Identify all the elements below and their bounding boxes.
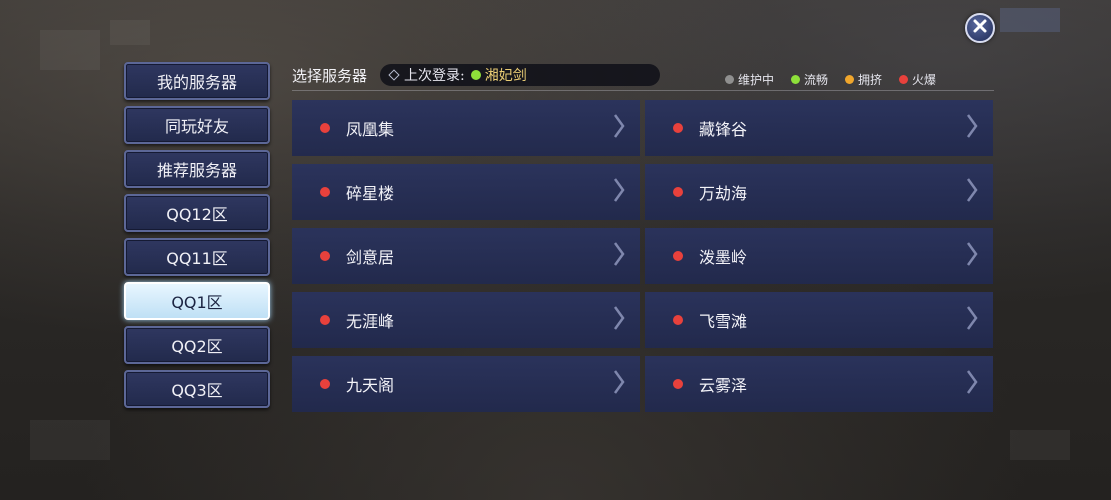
chevron-right-icon (613, 242, 625, 266)
status-dot-icon (673, 187, 683, 197)
server-name: 泼墨岭 (699, 248, 748, 267)
server-name: 万劫海 (699, 184, 748, 203)
chevron-right-icon (613, 370, 625, 394)
last-login-server-name: 湘妃剑 (484, 68, 527, 84)
sidebar-item-qq1[interactable]: QQ1区 (124, 282, 270, 320)
legend-label: 拥挤 (858, 73, 883, 87)
sidebar-item-label: QQ2区 (171, 337, 223, 356)
close-icon (972, 18, 988, 38)
close-button[interactable] (965, 13, 995, 43)
chevron-right-icon (966, 370, 978, 394)
chevron-right-icon (613, 114, 625, 138)
sidebar-item-qq2[interactable]: QQ2区 (124, 326, 270, 364)
server-card[interactable]: 碎星楼 (292, 164, 640, 220)
status-dot-icon (673, 123, 683, 133)
last-login-label: 上次登录: (404, 68, 465, 84)
status-dot-icon (320, 379, 330, 389)
legend-label: 维护中 (738, 73, 775, 87)
diamond-icon (388, 69, 400, 81)
server-name: 剑意居 (346, 248, 395, 267)
page-title: 选择服务器 (292, 67, 368, 85)
server-name: 碎星楼 (346, 184, 395, 203)
legend-maintenance: 维护中 (725, 71, 774, 88)
sidebar-item-friends[interactable]: 同玩好友 (124, 106, 270, 144)
last-login-bar[interactable]: 上次登录: 湘妃剑 (380, 64, 660, 86)
status-dot-icon (320, 251, 330, 261)
server-card[interactable]: 云雾泽 (645, 356, 993, 412)
server-name: 云雾泽 (699, 376, 748, 395)
status-dot-icon (673, 315, 683, 325)
chevron-right-icon (966, 242, 978, 266)
sidebar-item-label: QQ11区 (166, 249, 228, 268)
server-name: 无涯峰 (346, 312, 395, 331)
chevron-right-icon (966, 306, 978, 330)
status-dot-icon (725, 75, 734, 84)
status-legend: 维护中 流畅 拥挤 火爆 (725, 71, 936, 88)
server-name: 凤凰集 (346, 120, 395, 139)
server-name: 藏锋谷 (699, 120, 748, 139)
chevron-right-icon (613, 178, 625, 202)
sidebar-item-qq3[interactable]: QQ3区 (124, 370, 270, 408)
sidebar-item-my-servers[interactable]: 我的服务器 (124, 62, 270, 100)
server-card[interactable]: 凤凰集 (292, 100, 640, 156)
legend-label: 火爆 (912, 73, 937, 87)
legend-crowded: 拥挤 (845, 71, 882, 88)
sidebar-item-recommended[interactable]: 推荐服务器 (124, 150, 270, 188)
status-dot-icon (845, 75, 855, 84)
server-card[interactable]: 剑意居 (292, 228, 640, 284)
sidebar-item-label: QQ1区 (171, 293, 223, 312)
sidebar-item-label: 推荐服务器 (156, 161, 237, 180)
server-name: 飞雪滩 (699, 312, 748, 331)
server-name: 九天阁 (346, 376, 395, 395)
legend-smooth: 流畅 (791, 71, 828, 88)
server-card[interactable]: 万劫海 (645, 164, 993, 220)
server-card[interactable]: 无涯峰 (292, 292, 640, 348)
legend-hot: 火爆 (899, 71, 936, 88)
sidebar-item-label: QQ3区 (171, 381, 223, 400)
status-dot-icon (899, 75, 909, 84)
status-dot-icon (320, 123, 330, 133)
sidebar-item-label: QQ12区 (166, 205, 228, 224)
status-dot-icon (673, 379, 683, 389)
status-dot-icon (470, 70, 481, 80)
server-card[interactable]: 泼墨岭 (645, 228, 993, 284)
sidebar-item-qq11[interactable]: QQ11区 (124, 238, 270, 276)
status-dot-icon (673, 251, 683, 261)
chevron-right-icon (966, 178, 978, 202)
chevron-right-icon (966, 114, 978, 138)
legend-label: 流畅 (804, 73, 829, 87)
chevron-right-icon (613, 306, 625, 330)
status-dot-icon (320, 187, 330, 197)
header-divider (292, 90, 994, 91)
server-card[interactable]: 飞雪滩 (645, 292, 993, 348)
sidebar-item-label: 我的服务器 (156, 73, 237, 92)
server-card[interactable]: 藏锋谷 (645, 100, 993, 156)
status-dot-icon (320, 315, 330, 325)
sidebar-item-label: 同玩好友 (164, 117, 229, 136)
sidebar-item-qq12[interactable]: QQ12区 (124, 194, 270, 232)
status-dot-icon (791, 75, 801, 84)
server-card[interactable]: 九天阁 (292, 356, 640, 412)
